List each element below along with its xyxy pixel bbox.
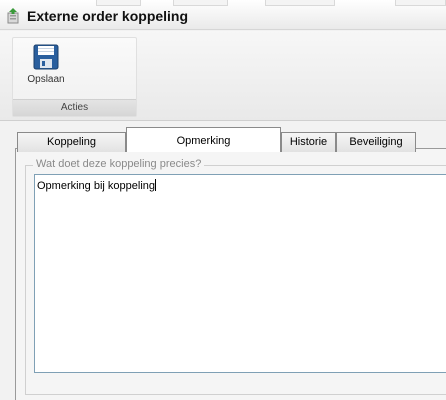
tab-historie[interactable]: Historie	[281, 132, 336, 152]
ribbon-group-acties: Opslaan Acties	[12, 37, 137, 117]
background-tab-ghost	[395, 0, 446, 6]
text-caret	[155, 179, 157, 191]
remark-text: Opmerking bij koppeling	[37, 180, 156, 192]
remark-legend: Wat doet deze koppeling precies?	[33, 158, 205, 170]
window-title: Externe order koppeling	[27, 8, 189, 24]
background-tab-ghost	[96, 0, 141, 6]
tab-opmerking[interactable]: Opmerking	[126, 127, 281, 152]
tab-beveiliging[interactable]: Beveiliging	[336, 132, 416, 152]
external-order-icon	[7, 8, 19, 24]
background-tab-ghost	[265, 0, 335, 6]
ribbon: Opslaan Acties	[0, 31, 446, 121]
tab-koppeling[interactable]: Koppeling	[17, 132, 126, 152]
floppy-disk-icon	[33, 44, 59, 70]
title-bar: Externe order koppeling	[0, 0, 446, 30]
background-tab-ghost	[173, 0, 228, 6]
save-button[interactable]: Opslaan	[21, 42, 71, 90]
remark-textarea[interactable]: Opmerking bij koppeling	[34, 174, 446, 373]
save-button-label: Opslaan	[27, 74, 65, 85]
ribbon-group-label: Acties	[13, 99, 136, 116]
